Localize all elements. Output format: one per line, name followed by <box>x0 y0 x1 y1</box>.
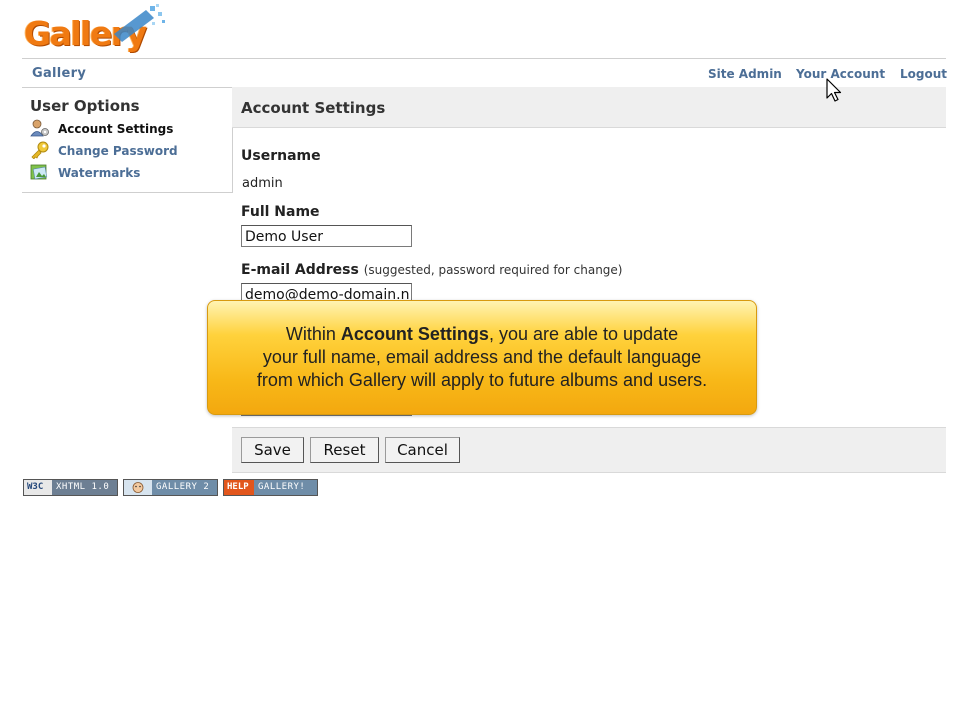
gallery2-badge[interactable]: GALLERY 2 <box>123 479 218 496</box>
full-name-label: Full Name <box>241 204 320 220</box>
callout-line2: your full name, email address and the de… <box>262 347 702 367</box>
xhtml-validator-badge[interactable]: W3C XHTML 1.0 <box>23 479 118 496</box>
badge-gallery-text: GALLERY 2 <box>156 482 210 492</box>
top-nav-bar: Gallery Site Admin Your Account Logout <box>22 58 947 88</box>
sparkle-icon <box>114 4 165 42</box>
logout-link[interactable]: Logout <box>900 67 947 81</box>
gallery-face-icon <box>124 480 152 495</box>
breadcrumb-gallery-link[interactable]: Gallery <box>32 66 86 81</box>
callout-line1-rest: , you are able to update <box>488 324 679 344</box>
cancel-button[interactable]: Cancel <box>385 437 460 463</box>
callout-text: Within Account Settings, you are able to… <box>208 323 756 392</box>
badge-w3c-text: W3C <box>24 480 52 495</box>
email-label: E-mail Address (suggested, password requ… <box>241 262 622 278</box>
page-title: Account Settings <box>241 99 386 117</box>
email-label-text: E-mail Address <box>241 262 359 278</box>
username-label: Username <box>241 148 321 164</box>
username-value: admin <box>242 176 283 191</box>
watermark-icon <box>30 164 48 180</box>
callout-bold: Account Settings <box>340 324 489 344</box>
badge-help-text: HELP <box>224 480 254 495</box>
sidebar-item-label: Change Password <box>58 144 178 158</box>
badge-help-gallery-text: GALLERY! <box>258 482 306 492</box>
full-name-field[interactable]: Demo User <box>241 225 412 247</box>
save-button[interactable]: Save <box>241 437 304 463</box>
key-icon <box>31 141 49 159</box>
your-account-link[interactable]: Your Account <box>796 67 885 81</box>
account-settings-header: Account Settings <box>232 87 946 128</box>
help-gallery-badge[interactable]: HELP GALLERY! <box>223 479 318 496</box>
sidebar-item-label: Account Settings <box>58 122 174 136</box>
tutorial-callout: Within Account Settings, you are able to… <box>207 300 757 415</box>
reset-button[interactable]: Reset <box>310 437 379 463</box>
email-hint: (suggested, password required for change… <box>363 263 623 277</box>
gallery-logo[interactable]: Gallery <box>22 4 165 56</box>
sidebar-item-label: Watermarks <box>58 166 141 180</box>
sidebar-title: User Options <box>30 97 140 115</box>
badge-xhtml-text: XHTML 1.0 <box>56 482 110 492</box>
callout-prefix: Within <box>285 324 341 344</box>
user-settings-icon <box>30 119 49 137</box>
form-button-bar: Save Reset Cancel <box>232 427 946 473</box>
callout-line3: from which Gallery will apply to future … <box>256 370 708 390</box>
site-admin-link[interactable]: Site Admin <box>708 67 782 81</box>
